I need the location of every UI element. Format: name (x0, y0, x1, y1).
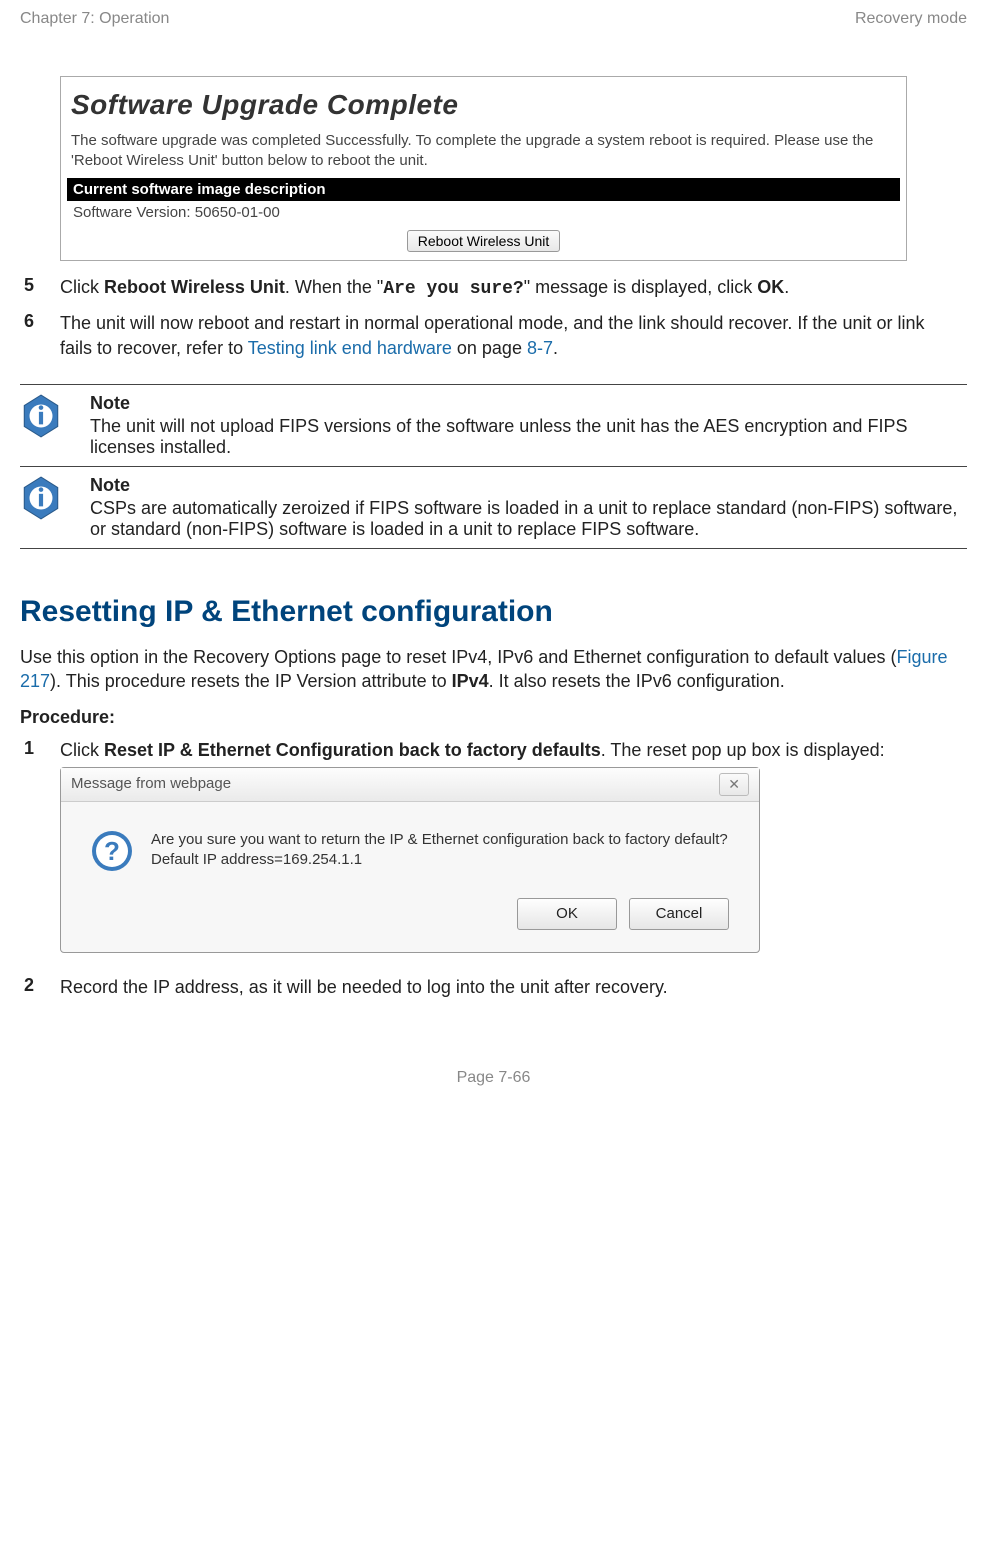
text: on page (452, 338, 527, 358)
note-heading: Note (90, 475, 961, 496)
page-reference-link[interactable]: 8-7 (527, 338, 553, 358)
inline-bold: Reset IP & Ethernet Configuration back t… (104, 740, 601, 760)
section-intro: Use this option in the Recovery Options … (20, 645, 967, 694)
note-body: CSPs are automatically zeroized if FIPS … (90, 498, 961, 540)
text: Click (60, 277, 104, 297)
procedure-heading: Procedure: (20, 707, 967, 728)
text: . (553, 338, 558, 358)
step-text: Click Reset IP & Ethernet Configuration … (60, 738, 927, 964)
svg-text:?: ? (104, 836, 120, 866)
confirmation-dialog: Message from webpage ✕ ? Are you sure yo… (60, 767, 760, 953)
section-heading: Resetting IP & Ethernet configuration (20, 595, 967, 629)
inline-bold: OK (757, 277, 784, 297)
step-2: 2 Record the IP address, as it will be n… (24, 975, 927, 999)
cross-reference-link[interactable]: Testing link end hardware (248, 338, 452, 358)
dialog-titlebar: Message from webpage ✕ (61, 768, 759, 802)
question-icon: ? (91, 830, 133, 872)
step-6: 6 The unit will now reboot and restart i… (24, 311, 927, 360)
page-header: Chapter 7: Operation Recovery mode (20, 10, 967, 28)
software-upgrade-panel: Software Upgrade Complete The software u… (60, 76, 907, 261)
step-number: 6 (24, 311, 60, 332)
step-text: Click Reboot Wireless Unit. When the "Ar… (60, 275, 927, 301)
note-icon (20, 475, 62, 521)
note-body: The unit will not upload FIPS versions o… (90, 416, 961, 458)
text: Use this option in the Recovery Options … (20, 647, 897, 667)
software-version: Software Version: 50650-01-00 (67, 201, 900, 224)
text: Click (60, 740, 104, 760)
text: ). This procedure resets the IP Version … (50, 671, 452, 691)
step-text: Record the IP address, as it will be nee… (60, 975, 927, 999)
text: . (784, 277, 789, 297)
inline-bold: IPv4 (452, 671, 489, 691)
upgrade-body-text: The software upgrade was completed Succe… (67, 129, 900, 178)
dialog-title: Message from webpage (71, 774, 231, 794)
close-button[interactable]: ✕ (719, 773, 749, 796)
note-row: Note CSPs are automatically zeroized if … (20, 466, 967, 548)
notes-table: Note The unit will not upload FIPS versi… (20, 385, 967, 549)
dialog-message: Are you sure you want to return the IP &… (151, 830, 729, 871)
procedure-steps: 1 Click Reset IP & Ethernet Configuratio… (24, 738, 927, 999)
note-icon (20, 393, 62, 439)
text: . When the " (285, 277, 383, 297)
cancel-button[interactable]: Cancel (629, 898, 729, 930)
ok-button[interactable]: OK (517, 898, 617, 930)
reboot-wireless-unit-button[interactable]: Reboot Wireless Unit (407, 230, 561, 252)
step-text: The unit will now reboot and restart in … (60, 311, 927, 360)
procedure-steps-continued: 5 Click Reboot Wireless Unit. When the "… (24, 275, 927, 360)
header-right: Recovery mode (855, 10, 967, 28)
note-row: Note The unit will not upload FIPS versi… (20, 385, 967, 467)
note-heading: Note (90, 393, 961, 414)
step-5: 5 Click Reboot Wireless Unit. When the "… (24, 275, 927, 301)
header-left: Chapter 7: Operation (20, 10, 169, 28)
step-number: 5 (24, 275, 60, 296)
step-1: 1 Click Reset IP & Ethernet Configuratio… (24, 738, 927, 964)
text: . The reset pop up box is displayed: (601, 740, 885, 760)
inline-bold: Reboot Wireless Unit (104, 277, 285, 297)
inline-mono: Are you sure? (383, 279, 523, 299)
upgrade-subhead: Current software image description (67, 178, 900, 201)
page-footer: Page 7-66 (20, 1069, 967, 1087)
step-number: 2 (24, 975, 60, 996)
upgrade-title: Software Upgrade Complete (67, 83, 900, 129)
text: . It also resets the IPv6 configuration. (489, 671, 785, 691)
step-number: 1 (24, 738, 60, 759)
text: " message is displayed, click (524, 277, 757, 297)
